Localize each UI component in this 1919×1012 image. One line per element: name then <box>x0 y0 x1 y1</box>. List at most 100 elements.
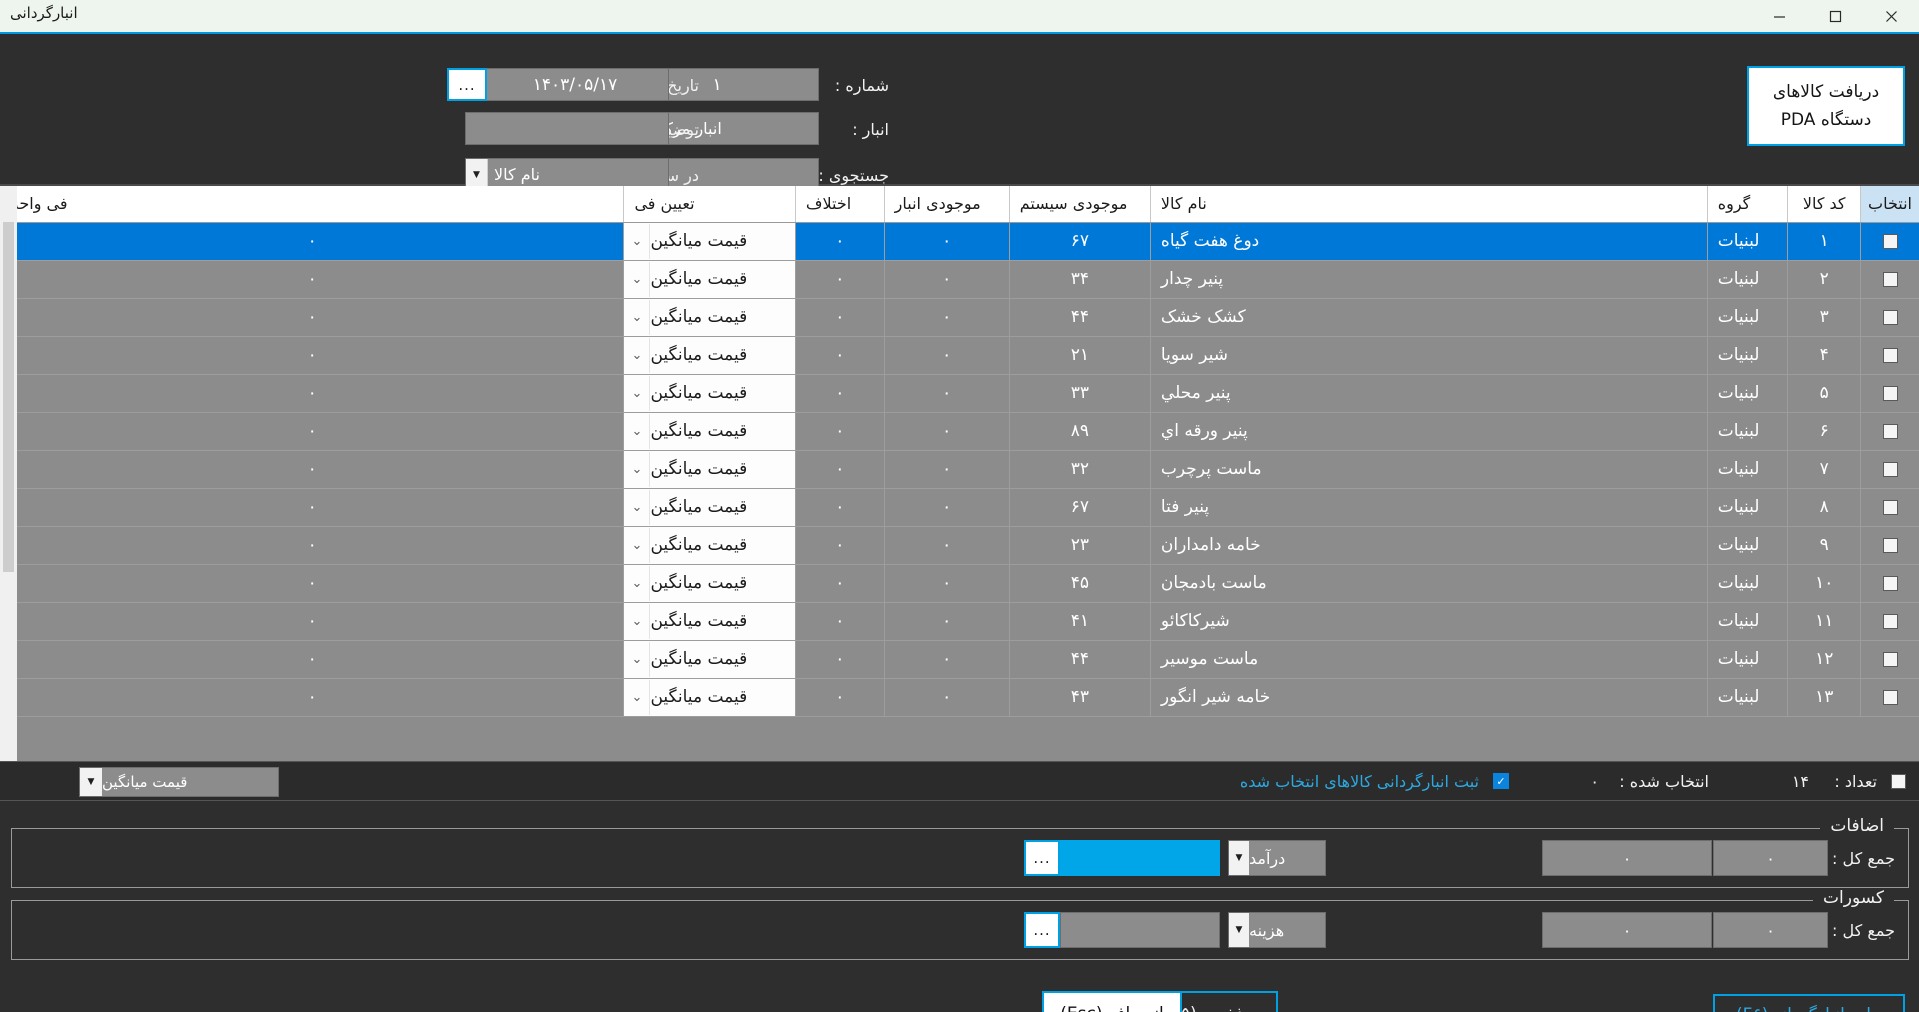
row-select-cell[interactable] <box>1860 336 1919 375</box>
table-row[interactable]: ۱۱ لبنیات شیرکاکائو ۴۱ ۰ ۰ ⌄ قیمت میانگین ۰ <box>0 602 1919 641</box>
price-set-select[interactable]: ⌄ قیمت میانگین <box>624 679 795 715</box>
cell-price-set[interactable]: ⌄ قیمت میانگین <box>623 374 796 413</box>
register-selected-checkbox[interactable]: ✓ <box>1493 773 1509 789</box>
table-row[interactable]: ۲ لبنیات پنیر چدار ۳۴ ۰ ۰ ⌄ قیمت میانگین ۰ <box>0 260 1919 299</box>
table-row[interactable]: ۱ لبنیات دوغ هفت گیاه ۶۷ ۰ ۰ ⌄ قیمت میانگین ۰ <box>0 222 1919 261</box>
window-controls <box>1751 0 1919 32</box>
table-row[interactable]: ۱۰ لبنیات ماست بادمجان ۴۵ ۰ ۰ ⌄ قیمت میانگین ۰ <box>0 564 1919 603</box>
table-row[interactable]: ۵ لبنیات پنیر محلي ۳۳ ۰ ۰ ⌄ قیمت میانگین ۰ <box>0 374 1919 413</box>
price-set-select[interactable]: ⌄ قیمت میانگین <box>624 603 795 639</box>
row-select-cell[interactable] <box>1860 564 1919 603</box>
row-select-checkbox[interactable] <box>1882 575 1898 591</box>
additions-amount-input[interactable] <box>1060 840 1220 876</box>
column-header-group[interactable]: گروه <box>1706 186 1788 223</box>
row-select-checkbox[interactable] <box>1882 613 1898 629</box>
row-select-cell[interactable] <box>1860 640 1919 679</box>
column-header-diff[interactable]: اختلاف <box>794 186 885 223</box>
table-row[interactable]: ۴ لبنیات شیر سویا ۲۱ ۰ ۰ ⌄ قیمت میانگین ۰ <box>0 336 1919 375</box>
table-row[interactable]: ۳ لبنیات کشک خشک ۴۴ ۰ ۰ ⌄ قیمت میانگین ۰ <box>0 298 1919 337</box>
pda-button-line2: دستگاه PDA <box>1780 110 1872 130</box>
date-input[interactable]: ۱۴۰۳/۰۵/۱۷ <box>481 68 669 101</box>
row-select-cell[interactable] <box>1860 298 1919 337</box>
column-header-name[interactable]: نام کالا <box>1149 186 1708 223</box>
price-set-select[interactable]: ⌄ قیمت میانگین <box>624 565 795 601</box>
cancel-button[interactable]: انصراف (Esc) <box>1042 991 1182 1012</box>
date-picker-button[interactable]: ... <box>447 68 487 101</box>
cell-price-set[interactable]: ⌄ قیمت میانگین <box>623 260 796 299</box>
row-select-checkbox[interactable] <box>1882 233 1898 249</box>
price-set-select[interactable]: ⌄ قیمت میانگین <box>624 223 795 259</box>
table-row[interactable]: ۷ لبنیات ماست پرچرب ۳۲ ۰ ۰ ⌄ قیمت میانگین ۰ <box>0 450 1919 489</box>
additions-browse-button[interactable]: ... <box>1024 840 1060 876</box>
price-set-select[interactable]: ⌄ قیمت میانگین <box>624 375 795 411</box>
row-select-checkbox[interactable] <box>1882 423 1898 439</box>
row-select-cell[interactable] <box>1860 488 1919 527</box>
table-row[interactable]: ۱۳ لبنیات خامه شیر انگور ۴۳ ۰ ۰ ⌄ قیمت میانگین ۰ <box>0 678 1919 717</box>
additions-type-select[interactable]: ▼ درآمد <box>1228 840 1326 876</box>
price-set-select[interactable]: ⌄ قیمت میانگین <box>624 641 795 677</box>
cell-price-set[interactable]: ⌄ قیمت میانگین <box>623 222 796 261</box>
cell-price-set[interactable]: ⌄ قیمت میانگین <box>623 602 796 641</box>
deductions-type-select[interactable]: ▼ هزینه <box>1228 912 1326 948</box>
select-all-checkbox[interactable] <box>1891 774 1906 789</box>
price-set-select[interactable]: ⌄ قیمت میانگین <box>624 261 795 297</box>
row-select-checkbox[interactable] <box>1882 537 1898 553</box>
row-select-checkbox[interactable] <box>1882 499 1898 515</box>
row-select-checkbox[interactable] <box>1882 651 1898 667</box>
row-select-checkbox[interactable] <box>1882 461 1898 477</box>
pda-receive-button[interactable]: دریافت کالاهای دستگاه PDA <box>1747 66 1905 146</box>
price-set-select[interactable]: ⌄ قیمت میانگین <box>624 451 795 487</box>
cell-price-set[interactable]: ⌄ قیمت میانگین <box>623 526 796 565</box>
row-select-checkbox[interactable] <box>1882 689 1898 705</box>
description-input[interactable] <box>465 112 669 145</box>
row-select-cell[interactable] <box>1860 678 1919 717</box>
column-header-price-set[interactable]: تعیین فی <box>623 186 796 223</box>
row-select-cell[interactable] <box>1860 526 1919 565</box>
row-select-cell[interactable] <box>1860 412 1919 451</box>
price-set-select[interactable]: ⌄ قیمت میانگین <box>624 337 795 373</box>
cell-diff: ۰ <box>794 678 885 717</box>
column-header-sys-stock[interactable]: موجودی سیستم <box>1008 186 1151 223</box>
row-select-checkbox[interactable] <box>1882 385 1898 401</box>
cell-price-set[interactable]: ⌄ قیمت میانگین <box>623 488 796 527</box>
cell-price-set[interactable]: ⌄ قیمت میانگین <box>623 564 796 603</box>
price-set-select[interactable]: ⌄ قیمت میانگین <box>624 299 795 335</box>
table-row[interactable]: ۱۲ لبنیات ماست موسیر ۴۴ ۰ ۰ ⌄ قیمت میانگین ۰ <box>0 640 1919 679</box>
row-select-cell[interactable] <box>1860 374 1919 413</box>
column-header-unit-fee[interactable]: فی واحد <box>0 186 624 223</box>
cell-price-set[interactable]: ⌄ قیمت میانگین <box>623 336 796 375</box>
column-header-select[interactable]: انتخاب <box>1860 186 1919 223</box>
row-select-cell[interactable] <box>1860 602 1919 641</box>
table-row[interactable]: ۸ لبنیات پنیر فتا ۶۷ ۰ ۰ ⌄ قیمت میانگین ۰ <box>0 488 1919 527</box>
price-set-select[interactable]: ⌄ قیمت میانگین <box>624 527 795 563</box>
price-set-select[interactable]: ⌄ قیمت میانگین <box>624 489 795 525</box>
cell-price-set[interactable]: ⌄ قیمت میانگین <box>623 640 796 679</box>
price-set-select[interactable]: ⌄ قیمت میانگین <box>624 413 795 449</box>
number-label: شماره : <box>834 76 889 95</box>
cell-price-set[interactable]: ⌄ قیمت میانگین <box>623 412 796 451</box>
row-select-checkbox[interactable] <box>1882 271 1898 287</box>
chevron-down-icon: ▼ <box>1229 913 1249 947</box>
close-icon[interactable] <box>1863 0 1919 32</box>
table-row[interactable]: ۶ لبنیات پنیر ورقه اي ۸۹ ۰ ۰ ⌄ قیمت میانگین ۰ <box>0 412 1919 451</box>
column-header-wh-stock[interactable]: موجودی انبار <box>883 186 1010 223</box>
table-row[interactable]: ۹ لبنیات خامه دامداران ۲۳ ۰ ۰ ⌄ قیمت میانگین ۰ <box>0 526 1919 565</box>
cell-price-set[interactable]: ⌄ قیمت میانگین <box>623 678 796 717</box>
row-select-cell[interactable] <box>1860 222 1919 261</box>
selected-label: انتخاب شده : <box>1619 772 1709 791</box>
row-select-cell[interactable] <box>1860 260 1919 299</box>
footer-price-select[interactable]: ▼ قیمت میانگین <box>79 767 279 797</box>
row-select-cell[interactable] <box>1860 450 1919 489</box>
print-inventory-button[interactable]: چاپ انبارگردانی(F۶) <box>1713 994 1905 1012</box>
cell-price-set[interactable]: ⌄ قیمت میانگین <box>623 298 796 337</box>
scrollbar-thumb[interactable] <box>3 222 14 572</box>
maximize-icon[interactable] <box>1807 0 1863 32</box>
deductions-browse-button[interactable]: ... <box>1024 912 1060 948</box>
deductions-amount-input[interactable] <box>1060 912 1220 948</box>
column-header-code[interactable]: کد کالا <box>1787 186 1861 223</box>
grid-vertical-scrollbar[interactable] <box>0 186 17 761</box>
minimize-icon[interactable] <box>1751 0 1807 32</box>
row-select-checkbox[interactable] <box>1882 347 1898 363</box>
row-select-checkbox[interactable] <box>1882 309 1898 325</box>
cell-price-set[interactable]: ⌄ قیمت میانگین <box>623 450 796 489</box>
